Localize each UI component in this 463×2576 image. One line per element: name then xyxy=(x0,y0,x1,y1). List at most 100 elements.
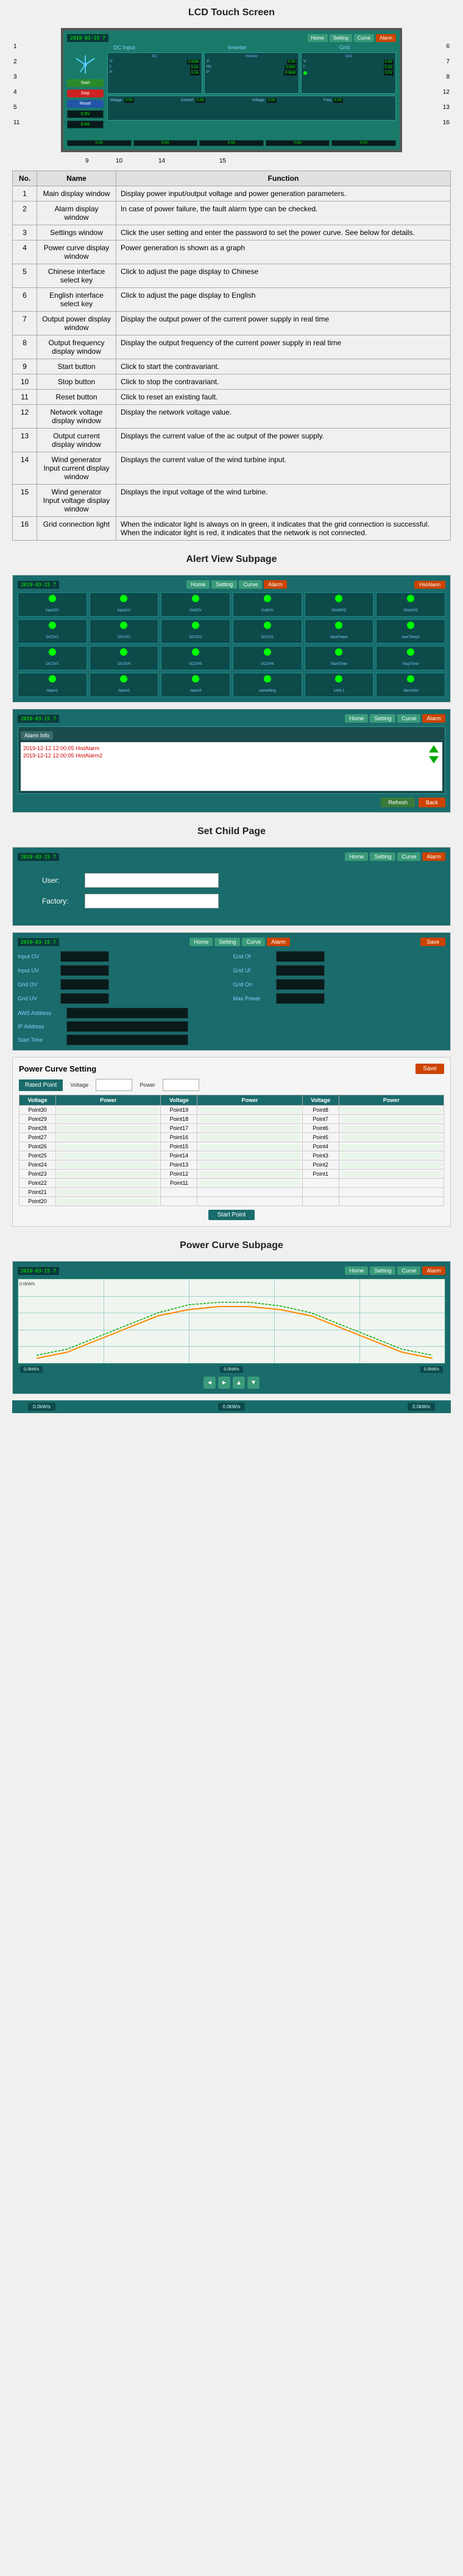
reset-btn[interactable]: Reset xyxy=(67,100,104,108)
settings-nav-setting[interactable]: Setting xyxy=(214,938,240,946)
point22-input[interactable] xyxy=(58,1181,158,1186)
point26-input[interactable] xyxy=(58,1144,158,1149)
aws-address-field[interactable] xyxy=(66,1008,188,1019)
alert-light-16 xyxy=(264,648,271,656)
hist-alarm-btn[interactable]: HistAlarm xyxy=(414,581,445,589)
alert-item: Limit 1 xyxy=(305,673,374,697)
start-btn[interactable]: Start xyxy=(67,79,104,87)
factory-input[interactable] xyxy=(85,894,219,908)
point6-input[interactable] xyxy=(341,1126,442,1131)
curve-nav-down[interactable] xyxy=(247,1377,260,1389)
set-child-nav-home[interactable]: Home xyxy=(345,852,368,861)
curve-nav-up[interactable] xyxy=(233,1377,245,1389)
settings-nav-home[interactable]: Home xyxy=(189,938,213,946)
point18-input[interactable] xyxy=(199,1117,300,1122)
alert-nav-home[interactable]: Home xyxy=(186,580,210,589)
input-uv-field[interactable] xyxy=(60,965,109,976)
bottom-v2: 0.0V xyxy=(267,98,277,103)
rated-voltage-label: Voltage xyxy=(70,1082,88,1088)
grid-on-field[interactable] xyxy=(276,979,325,990)
alert-nav-curve[interactable]: Curve xyxy=(239,580,262,589)
curve-nav-setting[interactable]: Setting xyxy=(370,1266,395,1275)
rated-power-input[interactable] xyxy=(163,1079,199,1091)
refresh-btn[interactable]: Refresh xyxy=(381,798,415,807)
settings-grid-uv-label: Grid UV xyxy=(18,995,57,1002)
point30-input[interactable] xyxy=(58,1107,158,1113)
settings-save-btn[interactable]: Save xyxy=(420,938,445,946)
scroll-down-arrow[interactable] xyxy=(429,756,439,763)
point2-input[interactable] xyxy=(341,1162,442,1168)
ip-address-field[interactable] xyxy=(66,1021,188,1032)
point4-input[interactable] xyxy=(341,1144,442,1149)
point16-input[interactable] xyxy=(199,1135,300,1140)
detail-nav-home[interactable]: Home xyxy=(345,714,368,723)
input-ov-field[interactable] xyxy=(60,951,109,962)
point28-input[interactable] xyxy=(58,1126,158,1131)
point23-input[interactable] xyxy=(58,1171,158,1177)
alert-teal-screen: 2019-03-15 7 Home Setting Curve Alarm Hi… xyxy=(13,575,450,702)
alert-item: StartTimer xyxy=(305,646,374,670)
point27-input[interactable] xyxy=(58,1135,158,1140)
grid-uv-field[interactable] xyxy=(60,993,109,1004)
point24-input[interactable] xyxy=(58,1162,158,1168)
start-point-btn[interactable]: Start Point xyxy=(208,1210,255,1220)
alert-light-19 xyxy=(49,675,56,683)
stop-btn[interactable]: Stop xyxy=(67,89,104,97)
pcs-col-v2: Voltage xyxy=(161,1095,197,1106)
curve-nav-right[interactable] xyxy=(218,1377,230,1389)
bottom-freq: 0.0V xyxy=(333,98,343,103)
alert-label-1: InputOV xyxy=(46,609,59,612)
set-child-nav-setting[interactable]: Setting xyxy=(370,852,395,861)
point7-input[interactable] xyxy=(341,1117,442,1122)
nav-btn-curve[interactable]: Curve xyxy=(354,34,374,42)
curve-nav-home[interactable]: Home xyxy=(345,1266,368,1275)
grid-ov-field[interactable] xyxy=(60,979,109,990)
ann-num-16: 16 xyxy=(443,119,450,126)
point13-input[interactable] xyxy=(199,1162,300,1168)
settings-nav-alarm[interactable]: Alarm xyxy=(267,938,290,946)
nav-btn-setting[interactable]: Setting xyxy=(330,34,352,42)
point5-input[interactable] xyxy=(341,1135,442,1140)
ip-row: IP Address xyxy=(18,1021,445,1032)
point29-input[interactable] xyxy=(58,1117,158,1122)
alert-nav-alarm[interactable]: Alarm xyxy=(264,580,287,589)
rated-power-label: Power xyxy=(140,1082,155,1088)
point1-input[interactable] xyxy=(341,1171,442,1177)
curve-nav-alarm[interactable]: Alarm xyxy=(422,1266,445,1275)
max-power-field[interactable] xyxy=(276,993,325,1004)
table-row: Point29 Point18 Point7 xyxy=(19,1115,444,1124)
grid-of-field[interactable] xyxy=(276,951,325,962)
curve-nav-left[interactable] xyxy=(203,1377,216,1389)
start-time-field[interactable] xyxy=(66,1034,188,1045)
point25-input[interactable] xyxy=(58,1153,158,1159)
alert-item: MaxPower xyxy=(305,619,374,644)
pcs-save-btn[interactable]: Save xyxy=(415,1064,444,1074)
scroll-up-arrow[interactable] xyxy=(429,745,439,753)
alert-item: GridUHZ xyxy=(376,592,445,617)
point11-input[interactable] xyxy=(199,1181,300,1186)
point21-input[interactable] xyxy=(58,1190,158,1195)
detail-nav-alarm[interactable]: Alarm xyxy=(422,714,445,723)
point20-input[interactable] xyxy=(58,1199,158,1204)
point12-input[interactable] xyxy=(199,1171,300,1177)
point8-input[interactable] xyxy=(341,1107,442,1113)
point19-input[interactable] xyxy=(199,1107,300,1113)
alert-nav-setting[interactable]: Setting xyxy=(211,580,237,589)
settings-nav-curve[interactable]: Curve xyxy=(242,938,265,946)
grid-uf-field[interactable] xyxy=(276,965,325,976)
set-child-nav-alarm[interactable]: Alarm xyxy=(422,852,445,861)
point3-input[interactable] xyxy=(341,1153,442,1159)
point14-input[interactable] xyxy=(199,1153,300,1159)
point15-input[interactable] xyxy=(199,1144,300,1149)
user-input[interactable] xyxy=(85,873,219,888)
alert-item: DCUV1 xyxy=(90,619,159,644)
set-child-nav-curve[interactable]: Curve xyxy=(397,852,420,861)
back-btn[interactable]: Back xyxy=(419,798,445,807)
rated-voltage-input[interactable] xyxy=(96,1079,132,1091)
detail-nav-setting[interactable]: Setting xyxy=(370,714,395,723)
nav-btn-home[interactable]: Home xyxy=(308,34,328,42)
curve-nav-curve[interactable]: Curve xyxy=(397,1266,420,1275)
detail-nav-curve[interactable]: Curve xyxy=(397,714,420,723)
point17-input[interactable] xyxy=(199,1126,300,1131)
nav-btn-alarm[interactable]: Alarm xyxy=(376,34,396,42)
